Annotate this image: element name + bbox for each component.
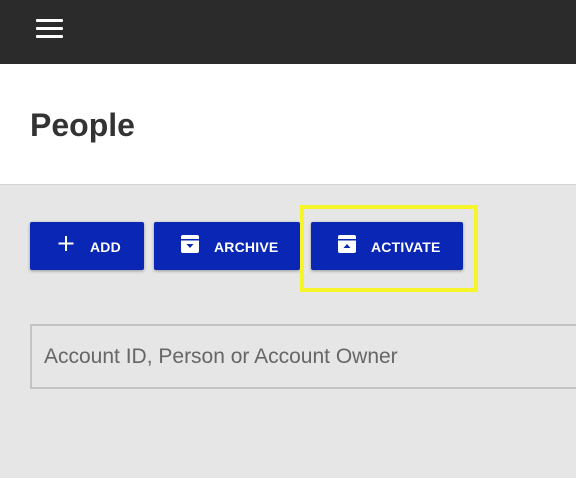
hamburger-menu-icon[interactable]	[36, 19, 64, 39]
top-app-bar	[0, 0, 576, 64]
search-input[interactable]	[44, 326, 574, 387]
search-field[interactable]	[30, 324, 576, 389]
archive-down-icon	[181, 235, 199, 253]
archive-button-label: ARCHIVE	[214, 239, 279, 255]
add-button-label: ADD	[90, 239, 121, 255]
title-section: People	[0, 64, 576, 185]
plus-icon	[58, 236, 74, 251]
archive-up-icon	[338, 235, 356, 253]
archive-button[interactable]: ARCHIVE	[154, 222, 300, 270]
page-title: People	[30, 107, 135, 143]
activate-button-label: ACTIVATE	[371, 239, 441, 255]
add-button[interactable]: ADD	[30, 222, 144, 270]
activate-button[interactable]: ACTIVATE	[311, 222, 463, 270]
